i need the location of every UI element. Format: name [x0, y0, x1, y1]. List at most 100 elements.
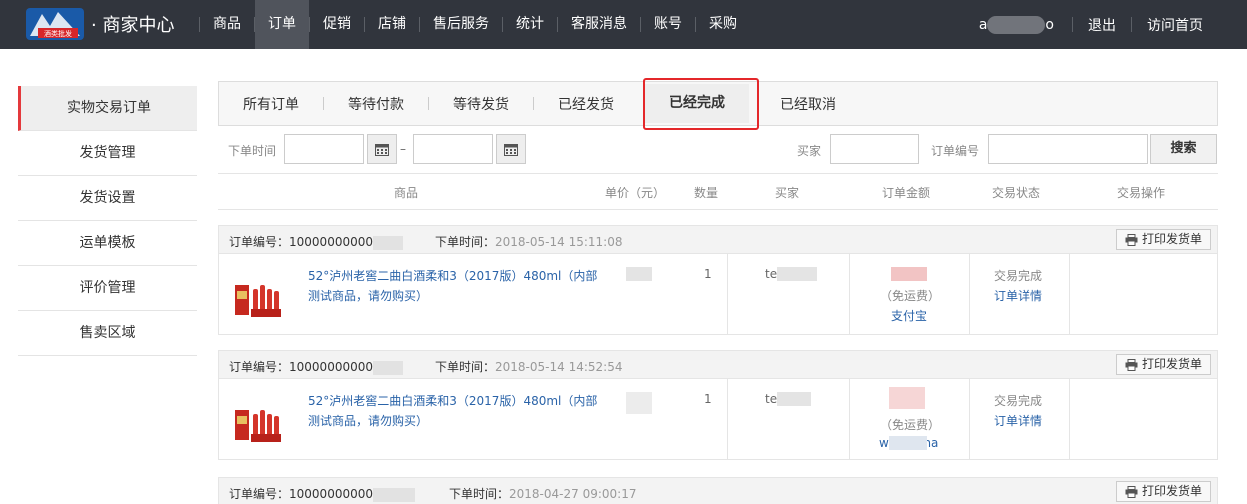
order-header: 订单编号：10000000000 下单时间：2018-05-14 15:11:0… [218, 225, 1218, 254]
order-number-value: 10000000000 [289, 360, 373, 374]
calendar-icon[interactable] [367, 134, 397, 164]
sidebar-item-shipping-settings[interactable]: 发货设置 [18, 176, 197, 221]
printer-icon [1125, 233, 1138, 246]
redacted-buyer-name [777, 392, 811, 406]
redacted-order-number [373, 235, 403, 250]
nav-item-orders[interactable]: 订单 [255, 0, 309, 49]
user-area: ao 退出 访问首页 [979, 0, 1247, 49]
top-nav-bar: 酒类批发 · 商家中心 商品 订单 促销 店铺 售后服务 统计 客服消息 账号 … [0, 0, 1247, 49]
buyer-name-prefix: te [765, 267, 778, 281]
buyer-name: te [765, 267, 777, 281]
cell-divider [849, 254, 850, 334]
column-header-order-amount: 订单金额 [882, 186, 931, 200]
nav-item-products[interactable]: 商品 [200, 0, 254, 49]
order-time-label: 下单时间： [435, 235, 496, 249]
order-time: 下单时间：2018-05-14 15:11:08 [435, 233, 622, 250]
shipping-note: （免运费） [880, 289, 941, 303]
cell-divider [727, 254, 728, 334]
calendar-icon[interactable] [496, 134, 526, 164]
sidebar-item-shipping-management[interactable]: 发货管理 [18, 131, 197, 176]
order-time-value: 2018-04-27 09:00:17 [509, 487, 637, 501]
column-header-product: 商品 [394, 186, 419, 200]
order-time: 下单时间：2018-05-14 14:52:54 [435, 358, 622, 375]
order-time-label: 下单时间 [228, 144, 277, 158]
order-number-value: 10000000000 [289, 487, 373, 501]
redacted-order-number [373, 487, 415, 502]
nav-item-purchase[interactable]: 采购 [696, 0, 750, 49]
start-date-input[interactable] [284, 134, 364, 164]
order-detail-link[interactable]: 订单详情 [994, 287, 1042, 304]
column-header-buyer: 买家 [775, 186, 800, 200]
order-time-label: 下单时间： [449, 487, 510, 501]
column-header-trade-status: 交易状态 [992, 186, 1041, 200]
redacted-username [987, 15, 1046, 34]
printer-icon [1125, 358, 1138, 371]
order-number: 订单编号：10000000000 [229, 233, 403, 250]
column-header-unit-price: 单价（元） [605, 186, 666, 200]
order-number: 订单编号：10000000000 [229, 358, 403, 375]
order-time-label: 下单时间： [435, 360, 496, 374]
nav-item-account[interactable]: 账号 [641, 0, 695, 49]
sidebar-item-physical-orders[interactable]: 实物交易订单 [18, 86, 197, 131]
logout-link[interactable]: 退出 [1073, 15, 1131, 35]
column-header-trade-actions: 交易操作 [1117, 186, 1166, 200]
order-number-label: 订单编号： [229, 360, 290, 374]
order-number-value: 10000000000 [289, 235, 373, 249]
order-time-value: 2018-05-14 14:52:54 [495, 360, 623, 374]
tab-completed[interactable]: 已经完成 [645, 84, 749, 123]
print-button-label: 打印发货单 [1141, 357, 1202, 371]
cell-divider [969, 379, 970, 459]
search-button[interactable]: 搜索 [1150, 134, 1217, 164]
order-block: 订单编号：10000000000 下单时间：2018-04-27 09:00:1… [218, 477, 1218, 504]
product-title-link[interactable]: 52°泸州老窖二曲白酒柔和3（2017版）480ml（内部测试商品，请勿购买） [308, 391, 598, 431]
product-title-link[interactable]: 52°泸州老窖二曲白酒柔和3（2017版）480ml（内部测试商品，请勿购买） [308, 266, 598, 306]
brand-logo[interactable]: 酒类批发 [24, 6, 86, 42]
order-number: 订单编号：10000000000 [229, 485, 415, 502]
end-date-input[interactable] [413, 134, 493, 164]
print-button-label: 打印发货单 [1141, 484, 1202, 498]
visit-home-link[interactable]: 访问首页 [1132, 15, 1247, 35]
buyer-input[interactable] [830, 134, 919, 164]
nav-item-promotions[interactable]: 促销 [310, 0, 364, 49]
tab-all-orders[interactable]: 所有订单 [219, 94, 323, 114]
print-shipping-slip-button[interactable]: 打印发货单 [1115, 354, 1211, 375]
nav-item-statistics[interactable]: 统计 [503, 0, 557, 49]
sidebar-item-review-management[interactable]: 评价管理 [18, 266, 197, 311]
redacted-order-number [373, 360, 403, 375]
quantity-value: 1 [704, 267, 712, 281]
product-image[interactable] [233, 271, 283, 319]
nav-item-after-sales[interactable]: 售后服务 [420, 0, 502, 49]
order-number-input[interactable] [988, 134, 1148, 164]
order-row: 52°泸州老窖二曲白酒柔和3（2017版）480ml（内部测试商品，请勿购买） … [218, 254, 1218, 335]
order-row: 52°泸州老窖二曲白酒柔和3（2017版）480ml（内部测试商品，请勿购买） … [218, 379, 1218, 460]
product-image[interactable] [233, 396, 283, 444]
tab-pending-shipment[interactable]: 等待发货 [429, 94, 533, 114]
print-shipping-slip-button[interactable]: 打印发货单 [1115, 229, 1211, 250]
print-shipping-slip-button[interactable]: 打印发货单 [1115, 481, 1211, 502]
printer-icon [1125, 485, 1138, 498]
order-block: 订单编号：10000000000 下单时间：2018-05-14 15:11:0… [218, 225, 1218, 335]
print-button-label: 打印发货单 [1141, 232, 1202, 246]
tab-pending-payment[interactable]: 等待付款 [324, 94, 428, 114]
nav-item-customer-messages[interactable]: 客服消息 [558, 0, 640, 49]
cell-divider [849, 379, 850, 459]
sidebar-item-waybill-template[interactable]: 运单模板 [18, 221, 197, 266]
buyer-name-prefix: te [765, 392, 778, 406]
user-name-suffix: o [1045, 16, 1054, 33]
tab-shipped[interactable]: 已经发货 [534, 94, 638, 114]
sidebar-item-sales-region[interactable]: 售卖区域 [18, 311, 197, 356]
order-number-label: 订单编号： [229, 487, 290, 501]
trade-status: 交易完成 [994, 269, 1043, 283]
quantity-value: 1 [704, 392, 712, 406]
trade-status: 交易完成 [994, 394, 1043, 408]
buyer-label: 买家 [797, 144, 822, 158]
nav-item-store[interactable]: 店铺 [365, 0, 419, 49]
cell-divider [727, 379, 728, 459]
tab-cancelled[interactable]: 已经取消 [756, 94, 860, 114]
user-name[interactable]: ao [979, 15, 1054, 34]
order-detail-link[interactable]: 订单详情 [994, 412, 1042, 429]
column-header-quantity: 数量 [694, 186, 719, 200]
order-header: 订单编号：10000000000 下单时间：2018-05-14 14:52:5… [218, 350, 1218, 379]
svg-text:酒类批发: 酒类批发 [44, 29, 72, 38]
sidebar: 实物交易订单 发货管理 发货设置 运单模板 评价管理 售卖区域 [18, 86, 197, 356]
